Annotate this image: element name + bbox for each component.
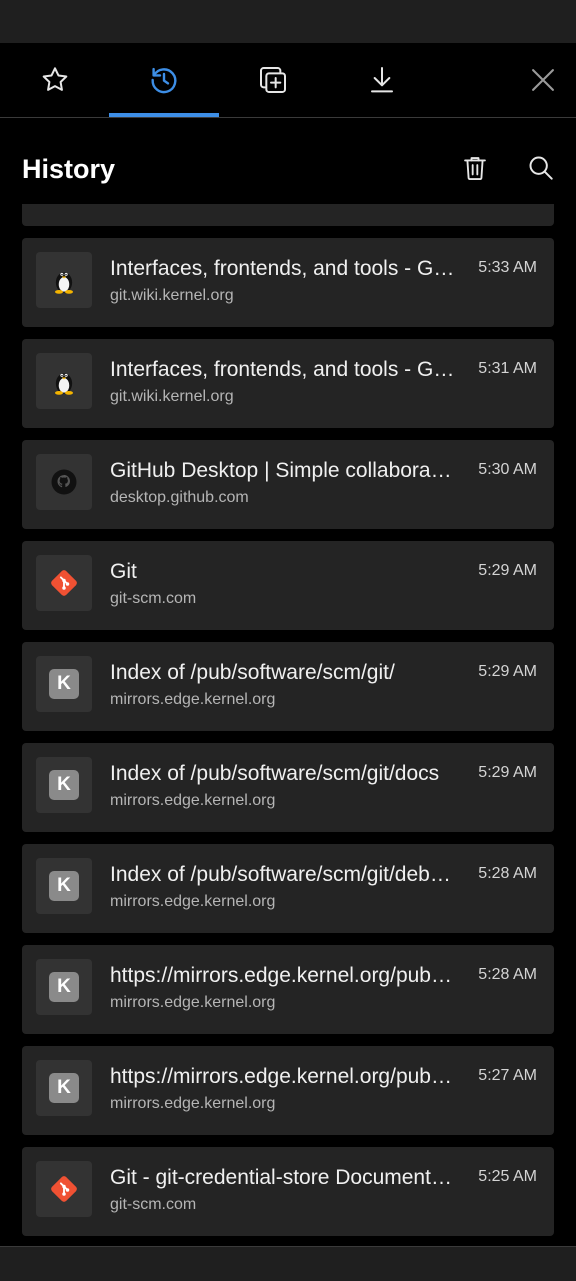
- github-icon: [51, 469, 77, 495]
- history-icon: [151, 67, 177, 94]
- favicon: [36, 353, 92, 409]
- history-item-title: Index of /pub/software/scm/git/debian: [110, 863, 455, 886]
- tab-bar: [0, 43, 576, 118]
- tab-history[interactable]: [109, 43, 219, 117]
- history-list[interactable]: Interfaces, frontends, and tools - Git S…: [22, 204, 554, 1244]
- kernel-k-icon: K: [49, 871, 79, 901]
- tab-favorites[interactable]: [0, 43, 110, 117]
- delete-history-button[interactable]: [455, 148, 495, 188]
- tab-collections[interactable]: [218, 43, 328, 117]
- history-item-url: desktop.github.com: [110, 489, 249, 506]
- history-item-title: Index of /pub/software/scm/git/docs: [110, 762, 440, 785]
- history-item-url: mirrors.edge.kernel.org: [110, 792, 276, 809]
- favicon: [36, 1161, 92, 1217]
- history-item-time: 5:30 AM: [478, 461, 537, 478]
- history-item[interactable]: K Index of /pub/software/scm/git/debian mi…: [22, 844, 554, 933]
- history-item-title: Git - git-credential-store Documentation: [110, 1166, 455, 1189]
- history-item-title: Interfaces, frontends, and tools - Git S…: [110, 257, 455, 280]
- history-item-time: 5:33 AM: [478, 259, 537, 276]
- navigation-bar: [0, 1246, 576, 1281]
- tux-icon: [55, 272, 73, 294]
- history-item-url: mirrors.edge.kernel.org: [110, 691, 276, 708]
- favicon: K: [36, 1060, 92, 1116]
- history-item-title: https://mirrors.edge.kernel.org/pub/soft…: [110, 1065, 455, 1088]
- history-item-time: 5:28 AM: [478, 865, 537, 882]
- history-item-title: Interfaces, frontends, and tools - Git S…: [110, 358, 455, 381]
- active-tab-indicator: [109, 113, 219, 117]
- tux-icon: [55, 373, 73, 395]
- history-item[interactable]: Interfaces, frontends, and tools - Git S…: [22, 238, 554, 327]
- collections-add-icon: [260, 67, 286, 93]
- favicon: [36, 252, 92, 308]
- history-item-url: git.wiki.kernel.org: [110, 287, 234, 304]
- favicon: K: [36, 858, 92, 914]
- history-item[interactable]: Git git-scm.com 5:29 AM: [22, 541, 554, 630]
- download-icon: [371, 67, 393, 93]
- favicon: K: [36, 656, 92, 712]
- history-item[interactable]: Interfaces, frontends, and tools - Git S…: [22, 339, 554, 428]
- favicon: [36, 454, 92, 510]
- search-history-button[interactable]: [521, 148, 561, 188]
- history-item[interactable]: Khttps://mirrors.edge.kernel.org/pub/sof…: [22, 945, 554, 1034]
- history-item-url: mirrors.edge.kernel.org: [110, 893, 276, 910]
- history-item[interactable]: K Index of /pub/software/scm/git/docs mirr…: [22, 743, 554, 832]
- history-item-time: 5:29 AM: [478, 663, 537, 680]
- kernel-k-icon: K: [49, 1073, 79, 1103]
- kernel-k-icon: K: [49, 770, 79, 800]
- history-item-title: https://mirrors.edge.kernel.org/pub/soft…: [110, 964, 455, 987]
- history-item-time: 5:25 AM: [478, 1168, 537, 1185]
- history-item-partial[interactable]: [22, 204, 554, 226]
- close-icon: [532, 69, 554, 91]
- history-item-title: Git: [110, 560, 137, 583]
- git-icon: [51, 1176, 77, 1202]
- history-item-url: git.wiki.kernel.org: [110, 388, 234, 405]
- history-item[interactable]: K Index of /pub/software/scm/git/mirrors.…: [22, 642, 554, 731]
- history-item[interactable]: Git - git-credential-store Documentation…: [22, 1147, 554, 1236]
- close-button[interactable]: [510, 43, 576, 117]
- favicon: K: [36, 757, 92, 813]
- history-item-title: GitHub Desktop | Simple collaboration fr…: [110, 459, 455, 482]
- history-header: History: [0, 118, 576, 204]
- trash-icon: [464, 157, 486, 181]
- favicon: [36, 555, 92, 611]
- history-item-title: Index of /pub/software/scm/git/: [110, 661, 395, 684]
- search-icon: [529, 156, 553, 180]
- history-item-url: git-scm.com: [110, 590, 197, 607]
- star-icon: [42, 67, 68, 91]
- favicon: K: [36, 959, 92, 1015]
- history-item-url: mirrors.edge.kernel.org: [110, 994, 276, 1011]
- history-item-time: 5:27 AM: [478, 1067, 537, 1084]
- status-bar: [0, 0, 576, 43]
- history-item-time: 5:29 AM: [478, 764, 537, 781]
- history-item-url: git-scm.com: [110, 1196, 197, 1213]
- tab-downloads[interactable]: [327, 43, 437, 117]
- git-icon: [51, 570, 77, 596]
- history-item-time: 5:28 AM: [478, 966, 537, 983]
- history-item[interactable]: GitHub Desktop | Simple collaboration fr…: [22, 440, 554, 529]
- page-title: History: [22, 154, 116, 184]
- history-item-url: mirrors.edge.kernel.org: [110, 1095, 276, 1112]
- history-item-time: 5:29 AM: [478, 562, 537, 579]
- history-item-time: 5:31 AM: [478, 360, 537, 377]
- kernel-k-icon: K: [49, 972, 79, 1002]
- kernel-k-icon: K: [49, 669, 79, 699]
- history-item[interactable]: Khttps://mirrors.edge.kernel.org/pub/sof…: [22, 1046, 554, 1135]
